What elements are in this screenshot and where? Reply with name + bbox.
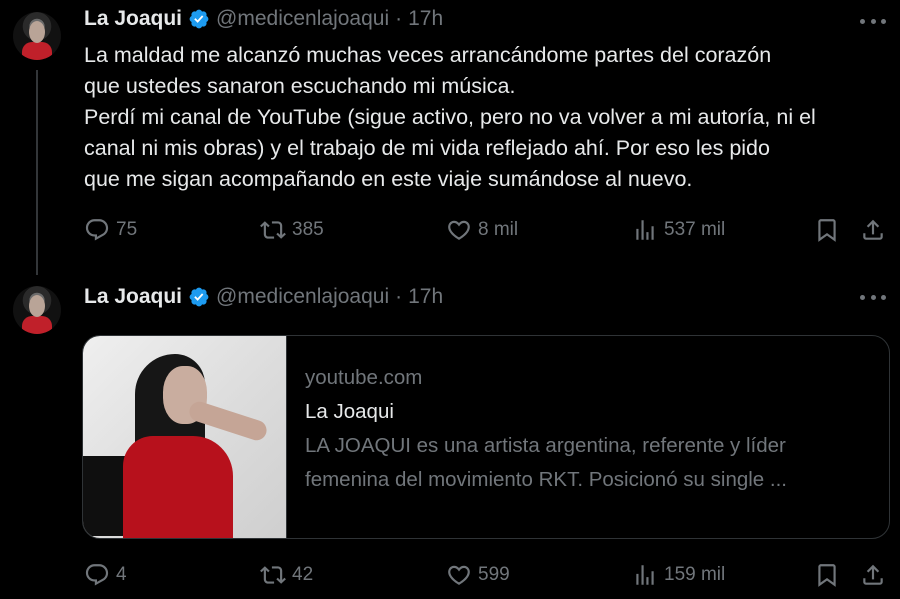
reply-icon [85,219,109,241]
bookmark-icon [818,564,836,587]
card-body: youtube.com La Joaqui LA JOAQUI es una a… [305,361,787,497]
like-count: 599 [478,564,510,585]
repost-button[interactable]: 385 [260,215,324,245]
tweet[interactable]: La Joaqui @medicenlajoaqui · 17h youtube… [0,270,900,599]
card-description-line: femenina del movimiento RKT. Posicionó s… [305,468,787,491]
author-handle[interactable]: @medicenlajoaqui [216,7,389,31]
reply-count: 4 [116,564,127,585]
repost-icon [260,566,286,584]
tweet-text-line: canal ni mis obras) y el trabajo de mi v… [84,136,770,160]
timestamp[interactable]: 17h [408,7,443,31]
tweet-text-line: que ustedes sanaron escuchando mi música… [84,74,516,98]
share-icon [863,564,883,585]
views-icon [636,565,654,585]
share-button[interactable] [860,215,892,245]
bookmark-icon [818,219,836,242]
card-thumbnail[interactable] [83,336,287,538]
author-name[interactable]: La Joaqui [84,285,182,309]
reply-count: 75 [116,219,138,240]
views-button[interactable]: 159 mil [632,560,725,590]
bookmark-button[interactable] [814,215,846,245]
tweet-header: La Joaqui @medicenlajoaqui · 17h [84,283,443,311]
share-icon [863,219,883,240]
share-button[interactable] [860,560,892,590]
views-count: 159 mil [664,564,726,585]
repost-count: 42 [292,564,314,585]
like-count: 8 mil [478,219,519,240]
tweet[interactable]: La Joaqui @medicenlajoaqui · 17h La mald… [0,0,900,275]
heart-icon [448,565,470,585]
link-card[interactable]: youtube.com La Joaqui LA JOAQUI es una a… [82,335,890,539]
more-icon[interactable] [860,16,886,26]
tweet-header: La Joaqui @medicenlajoaqui · 17h [84,5,443,33]
tweet-text-line: que me sigan acompañando en este viaje s… [84,167,693,191]
bookmark-button[interactable] [814,560,846,590]
author-name[interactable]: La Joaqui [84,7,182,31]
separator-dot: · [395,7,403,30]
action-bar: 75 385 8 mil 537 mil [84,215,894,245]
verified-badge-icon [189,287,209,307]
views-icon [636,220,654,240]
like-button[interactable]: 599 [446,560,510,590]
reply-icon [85,564,109,586]
avatar[interactable] [13,286,61,334]
like-button[interactable]: 8 mil [446,215,518,245]
reply-button[interactable]: 4 [84,560,127,590]
repost-icon [260,221,286,239]
card-domain: youtube.com [305,366,423,389]
heart-icon [448,220,470,240]
timestamp[interactable]: 17h [408,285,443,309]
reply-button[interactable]: 75 [84,215,137,245]
card-description-line: LA JOAQUI es una artista argentina, refe… [305,434,786,457]
author-handle[interactable]: @medicenlajoaqui [216,285,389,309]
views-count: 537 mil [664,219,726,240]
avatar[interactable] [13,12,61,60]
action-bar: 4 42 599 159 mil [84,560,894,590]
tweet-text-line: Perdí mi canal de YouTube (sigue activo,… [84,105,816,129]
separator-dot: · [395,285,403,308]
views-button[interactable]: 537 mil [632,215,725,245]
thread-line [36,70,38,275]
card-title: La Joaqui [305,400,394,423]
tweet-text-line: La maldad me alcanzó muchas veces arranc… [84,43,772,67]
more-icon[interactable] [860,292,886,302]
verified-badge-icon [189,9,209,29]
tweet-text: La maldad me alcanzó muchas veces arranc… [84,40,894,195]
repost-count: 385 [292,219,324,240]
repost-button[interactable]: 42 [260,560,313,590]
